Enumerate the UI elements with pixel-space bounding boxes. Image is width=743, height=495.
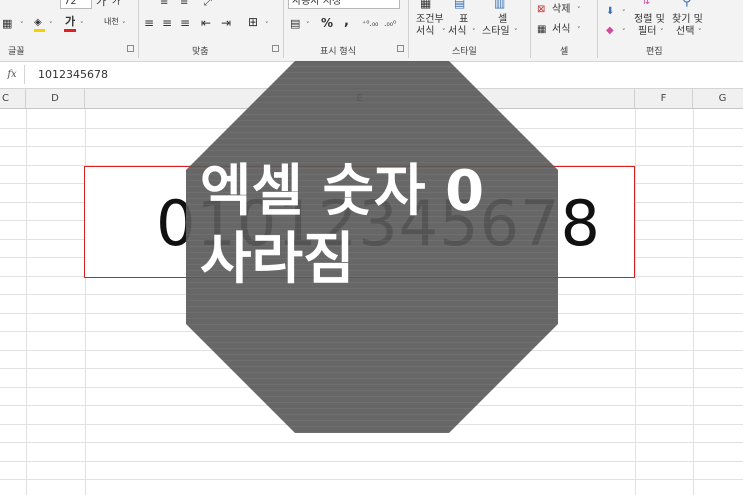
table-format-line2: 서식	[448, 26, 467, 37]
chevron-down-icon: ˅	[577, 26, 581, 34]
chevron-down-icon: ˅	[472, 28, 476, 36]
group-separator	[597, 0, 598, 58]
fill-down-icon[interactable]: ⬇	[606, 6, 614, 17]
chevron-down-icon[interactable]: ˅	[80, 21, 84, 29]
decrease-decimal-icon[interactable]: .₀₀⁰	[384, 18, 396, 29]
editing-group-label: 편집	[646, 47, 663, 57]
column-header-c[interactable]: C	[0, 89, 26, 108]
chevron-down-icon[interactable]: ˅	[622, 28, 626, 36]
row-gridline	[0, 442, 743, 443]
percent-button[interactable]: %	[321, 17, 333, 29]
chevron-down-icon: ˅	[660, 28, 664, 36]
comma-button[interactable]: ,	[344, 15, 349, 28]
find-select-line1: 찾기 및	[672, 14, 703, 25]
chevron-down-icon: ˅	[442, 28, 446, 36]
group-separator	[283, 0, 284, 58]
font-shrink-button[interactable]: 가	[112, 0, 120, 8]
align-right-icon[interactable]: ≡	[180, 17, 190, 29]
increase-indent-icon[interactable]: ⇥	[221, 17, 231, 29]
orientation-icon[interactable]: ⤢	[204, 0, 212, 8]
group-separator	[138, 0, 139, 58]
font-group-label: 글꼴	[8, 47, 25, 57]
clear-eraser-icon[interactable]: ◆	[606, 25, 614, 36]
group-separator	[408, 0, 409, 58]
number-dialog-launcher[interactable]	[397, 45, 404, 52]
column-gridline	[635, 109, 636, 495]
decrease-indent-icon[interactable]: ⇤	[201, 17, 211, 29]
chevron-down-icon[interactable]: ˅	[265, 21, 269, 29]
formula-input[interactable]: 1012345678	[38, 65, 108, 84]
chevron-down-icon[interactable]: ˅	[122, 21, 126, 29]
align-bottom-icon[interactable]: ≡	[180, 0, 188, 8]
sort-filter-line2: 필터	[638, 26, 657, 37]
row-gridline	[0, 479, 743, 480]
column-header-d[interactable]: D	[26, 89, 85, 108]
format-cells-icon: ▦	[537, 24, 547, 35]
font-dialog-launcher[interactable]	[127, 45, 134, 52]
increase-decimal-icon[interactable]: ⁺⁰.₀₀	[362, 18, 378, 29]
insert-function-button[interactable]: fx	[0, 65, 25, 84]
group-separator	[530, 0, 531, 58]
align-dialog-launcher[interactable]	[272, 45, 279, 52]
table-format-line1: 표	[459, 14, 469, 25]
font-color-button[interactable]: 가	[65, 16, 75, 27]
align-group-label: 맞춤	[192, 47, 209, 57]
chevron-down-icon[interactable]: ˅	[20, 21, 24, 29]
overlay-title: 엑셀 숫자 0 사라짐	[200, 159, 485, 292]
sort-filter-icon: ⇅	[642, 0, 651, 7]
chevron-down-icon: ˅	[514, 28, 518, 36]
find-select-line2: 선택	[676, 26, 695, 37]
conditional-format-icon: ▦	[420, 0, 432, 10]
font-size-combo[interactable]: 72	[60, 0, 92, 9]
chevron-down-icon[interactable]: ˅	[306, 21, 310, 29]
align-middle-icon[interactable]: ≡	[160, 0, 168, 8]
sort-filter-line1: 정렬 및	[634, 14, 665, 25]
chevron-down-icon[interactable]: ˅	[49, 21, 53, 29]
delete-cells-label: 삭제	[552, 4, 571, 15]
cell-style-line2: 스타일	[482, 26, 510, 37]
delete-cells-icon: ⊠	[537, 4, 546, 15]
column-header-g[interactable]: G	[693, 89, 743, 108]
column-header-f[interactable]: F	[635, 89, 693, 108]
format-cells-label: 서식	[552, 24, 571, 35]
number-group-label: 표시 형식	[320, 47, 356, 57]
cell-style-icon: ▥	[494, 0, 506, 10]
number-format-combo[interactable]: 사용자 지정	[288, 0, 400, 9]
border-icon: ▦	[2, 17, 13, 30]
border-button[interactable]: ▦	[2, 18, 12, 29]
style-group-label: 스타일	[452, 47, 477, 57]
paint-bucket-icon: ◈	[34, 17, 42, 28]
cells-group-label: 셀	[560, 47, 569, 57]
align-left-icon[interactable]: ≡	[144, 17, 154, 29]
chevron-down-icon[interactable]: ˅	[622, 9, 626, 17]
column-gridline	[26, 109, 27, 495]
cell-style-line1: 셀	[498, 14, 508, 25]
magnifier-icon: ⚲	[682, 0, 692, 9]
phonetic-button[interactable]: 내천	[104, 16, 119, 27]
ribbon: 72 가 가 ▦ ˅ ◈ ˅ 가 ˅ 내천 ˅ 글꼴 ≡ ≡ ⤢ ≡ ≡ ≡ ⇤…	[0, 0, 743, 62]
currency-icon[interactable]: ▤	[290, 18, 300, 29]
table-format-icon: ▤	[454, 0, 466, 10]
font-grow-button[interactable]: 가	[96, 0, 106, 7]
conditional-format-line1: 조건부	[416, 14, 444, 25]
column-gridline	[693, 109, 694, 495]
align-center-icon[interactable]: ≡	[162, 17, 172, 29]
font-color-swatch	[64, 29, 76, 32]
chevron-down-icon: ˅	[698, 28, 702, 36]
merge-cells-icon[interactable]: ⊞	[248, 16, 258, 28]
fill-color-swatch	[34, 29, 45, 32]
fill-color-button[interactable]: ◈	[34, 17, 42, 28]
conditional-format-line2: 서식	[416, 26, 435, 37]
row-gridline	[0, 461, 743, 462]
chevron-down-icon: ˅	[577, 6, 581, 14]
